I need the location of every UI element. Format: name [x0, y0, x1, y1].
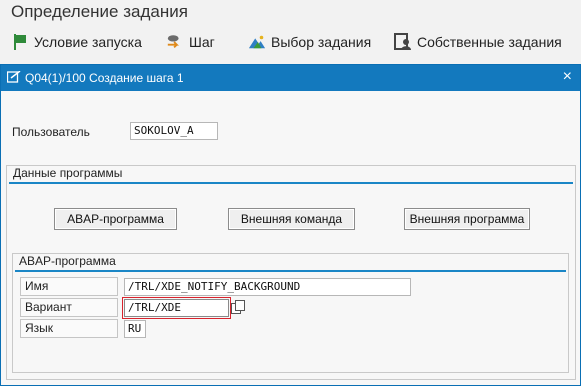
- start-condition-button[interactable]: Условие запуска: [11, 32, 142, 52]
- variant-label: Вариант: [20, 298, 118, 317]
- name-label: Имя: [20, 277, 118, 296]
- abap-group-title: ABAP-программа: [19, 254, 116, 268]
- step-icon: [166, 33, 184, 51]
- variant-field[interactable]: /TRL/XDE: [122, 297, 231, 319]
- program-data-group: Данные программы ABAP-программа Внешняя …: [6, 165, 576, 380]
- dialog-title: Q04(1)/100 Создание шага 1: [25, 71, 184, 85]
- own-jobs-label: Собственные задания: [417, 34, 562, 50]
- start-condition-label: Условие запуска: [34, 34, 142, 50]
- language-field[interactable]: RU: [124, 320, 146, 338]
- dialog-title-bar: Q04(1)/100 Создание шага 1 ×: [1, 65, 580, 91]
- group-divider: [9, 182, 573, 184]
- flag-icon: [11, 33, 29, 51]
- job-selection-label: Выбор задания: [271, 34, 372, 50]
- external-command-button[interactable]: Внешняя команда: [228, 208, 355, 230]
- close-icon[interactable]: ×: [563, 69, 572, 85]
- user-label: Пользователь: [12, 125, 90, 139]
- language-label: Язык: [20, 319, 118, 338]
- top-bar: Определение задания Условие запуска Шаг …: [0, 0, 581, 64]
- step-label: Шаг: [189, 34, 215, 50]
- page-title: Определение задания: [11, 2, 188, 21]
- mountain-icon: [248, 33, 266, 51]
- step-button[interactable]: Шаг: [166, 32, 215, 52]
- program-name-field[interactable]: /TRL/XDE_NOTIFY_BACKGROUND: [124, 278, 411, 296]
- external-program-button[interactable]: Внешняя программа: [404, 208, 530, 230]
- abap-program-group: ABAP-программа Имя /TRL/XDE_NOTIFY_BACKG…: [12, 253, 569, 373]
- user-jobs-icon: [394, 33, 412, 51]
- user-field[interactable]: SOKOLOV_A: [130, 122, 218, 140]
- group-divider: [15, 270, 566, 272]
- create-step-dialog: Q04(1)/100 Создание шага 1 × Пользовател…: [0, 64, 581, 386]
- dialog-window-icon: [6, 70, 21, 83]
- abap-program-button[interactable]: ABAP-программа: [54, 208, 177, 230]
- value-help-icon[interactable]: [231, 300, 246, 316]
- own-jobs-button[interactable]: Собственные задания: [394, 32, 562, 52]
- program-data-title: Данные программы: [13, 166, 123, 180]
- job-selection-button[interactable]: Выбор задания: [248, 32, 371, 52]
